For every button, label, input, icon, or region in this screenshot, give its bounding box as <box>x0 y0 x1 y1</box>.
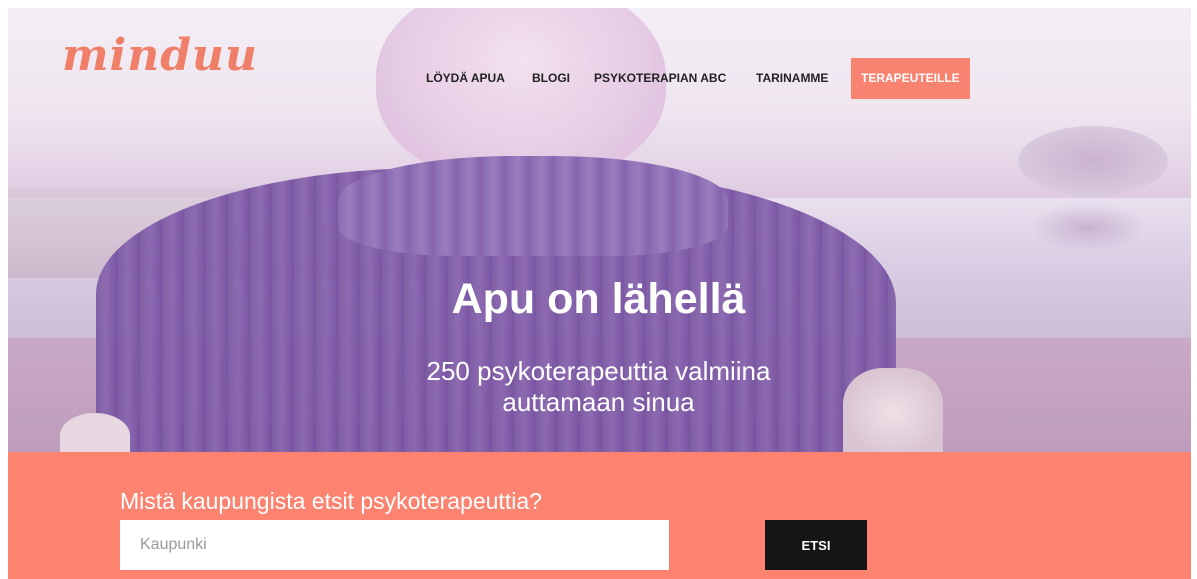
search-question: Mistä kaupungista etsit psykoterapeuttia… <box>120 488 542 514</box>
nav-cta-terapeuteille[interactable]: TERAPEUTEILLE <box>851 58 970 99</box>
hero-background-reflection <box>1028 203 1148 253</box>
search-section: Mistä kaupungista etsit psykoterapeuttia… <box>8 452 1191 579</box>
hero-person-scarf-top <box>338 156 728 256</box>
hero-person-coat-left <box>60 413 130 452</box>
hero-subtitle-line1: 250 psykoterapeuttia valmiina <box>426 356 771 386</box>
hero-subtitle-line2: auttamaan sinua <box>502 387 695 417</box>
hero-subtitle: 250 psykoterapeuttia valmiina auttamaan … <box>0 356 1197 418</box>
city-search-input[interactable] <box>120 520 669 570</box>
nav-item-blogi[interactable]: BLOGI <box>532 58 570 99</box>
nav-item-loyda-apua[interactable]: LÖYDÄ APUA <box>426 58 505 99</box>
nav-item-psykoterapian-abc[interactable]: PSYKOTERAPIAN ABC <box>594 58 726 99</box>
main-nav: LÖYDÄ APUA BLOGI PSYKOTERAPIAN ABC TARIN… <box>0 58 1197 99</box>
hero-title: Apu on lähellä <box>451 275 746 323</box>
hero-background-trees <box>1018 126 1168 196</box>
search-button[interactable]: ETSI <box>765 520 867 570</box>
nav-item-tarinamme[interactable]: TARINAMME <box>756 58 828 99</box>
